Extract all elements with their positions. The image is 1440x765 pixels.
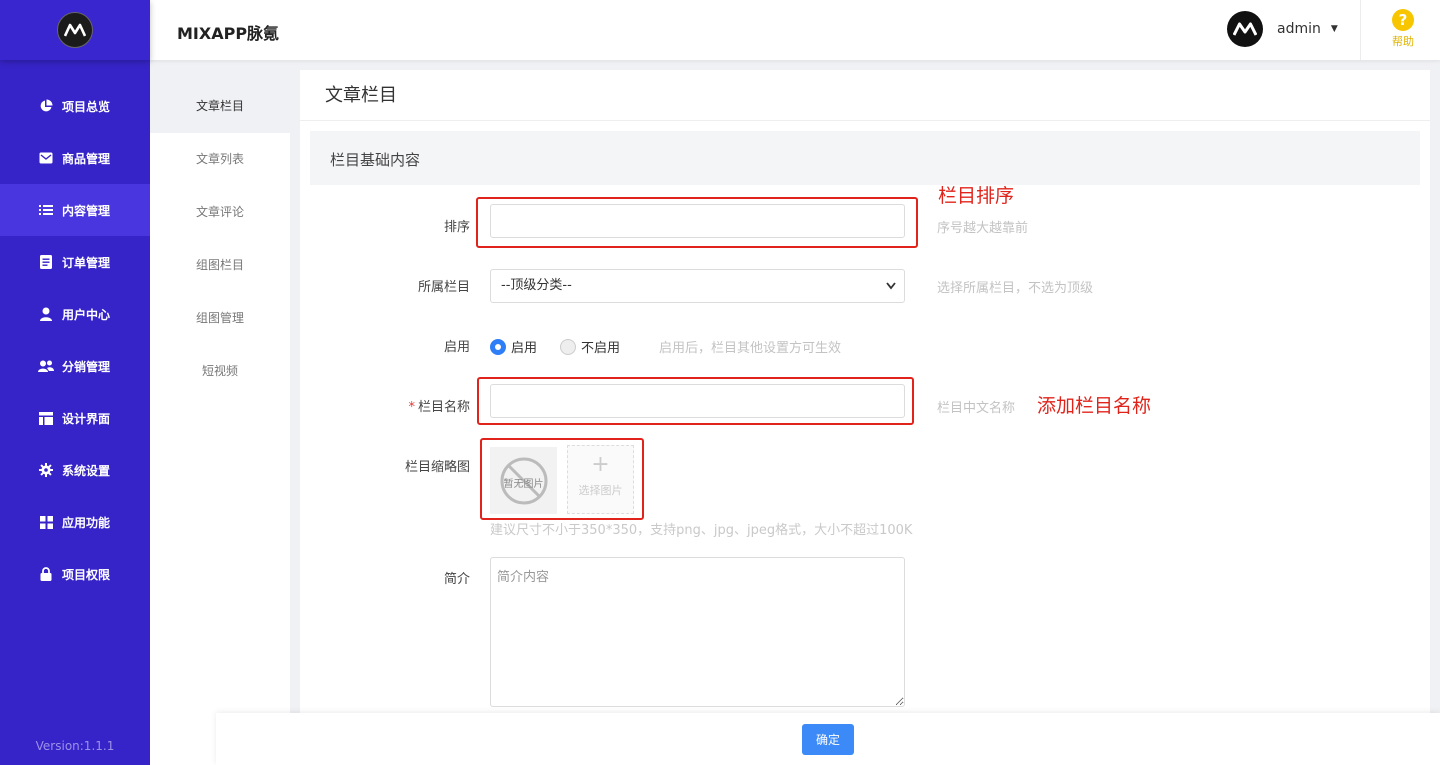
enable-hint: 启用后，栏目其他设置方可生效	[659, 341, 842, 356]
radio-checked-icon	[490, 338, 506, 355]
sidebar-item-label: 系统设置	[62, 463, 111, 478]
sidebar-item-apps[interactable]: 应用功能	[0, 496, 150, 548]
enable-radio-on[interactable]: 启用	[490, 337, 537, 356]
plus-icon: +	[591, 452, 610, 477]
parent-label: 所属栏目	[417, 280, 470, 295]
sidebar-item-overview[interactable]: 项目总览	[0, 80, 150, 132]
sidebar-item-label: 分销管理	[62, 359, 111, 374]
subnav-item-gallery-manage[interactable]: 组图管理	[150, 292, 290, 345]
pie-chart-icon	[38, 98, 54, 114]
enable-radio-off[interactable]: 不启用	[560, 337, 620, 356]
confirm-button[interactable]: 确定	[802, 724, 854, 755]
pick-image-label: 选择图片	[578, 484, 623, 497]
sort-label: 排序	[443, 220, 470, 235]
parent-select-value: --顶级分类--	[501, 278, 572, 293]
avatar[interactable]	[1227, 11, 1263, 47]
sidebar-item-users[interactable]: 用户中心	[0, 288, 150, 340]
sidebar-item-distribution[interactable]: 分销管理	[0, 340, 150, 392]
thumb-label: 栏目缩略图	[404, 460, 470, 475]
subnav-item-article-category[interactable]: 文章栏目	[150, 80, 290, 133]
document-icon	[38, 254, 54, 270]
subnav-item-gallery-category[interactable]: 组图栏目	[150, 239, 290, 292]
header-divider	[1360, 0, 1361, 60]
sidebar-item-orders[interactable]: 订单管理	[0, 236, 150, 288]
page-title: 文章栏目	[300, 70, 1430, 121]
sidebar-item-permissions[interactable]: 项目权限	[0, 548, 150, 600]
help-label: 帮助	[1392, 35, 1414, 48]
sidebar-item-label: 内容管理	[62, 203, 111, 218]
intro-textarea[interactable]	[490, 557, 905, 707]
radio-unchecked-icon	[560, 338, 576, 355]
subnav-item-article-list[interactable]: 文章列表	[150, 133, 290, 186]
sidebar-item-products[interactable]: 商品管理	[0, 132, 150, 184]
version-label: Version:1.1.1	[35, 739, 115, 753]
layout-icon	[38, 410, 54, 426]
main-card: 文章栏目 栏目基础内容 排序 序号越大越靠前 栏目排序 所属栏目 --顶级分类-…	[300, 70, 1430, 765]
name-label: * 栏目名称	[350, 396, 470, 415]
enable-label: 启用	[443, 340, 470, 355]
help-button[interactable]: ? 帮助	[1380, 9, 1426, 49]
parent-select[interactable]: --顶级分类--	[490, 269, 905, 303]
sidebar-nav: 项目总览 商品管理 内容管理 订单管理 用户中心 分销管理 设计界面 系统设置	[0, 80, 150, 600]
thumb-size-hint: 建议尺寸不小于350*350，支持png、jpg、jpeg格式，大小不超过100…	[490, 523, 913, 538]
gear-icon	[38, 462, 54, 478]
sidebar: 项目总览 商品管理 内容管理 订单管理 用户中心 分销管理 设计界面 系统设置	[0, 0, 150, 765]
sidebar-item-label: 应用功能	[62, 515, 111, 530]
name-label-text: 栏目名称	[417, 400, 470, 415]
user-icon	[38, 306, 54, 322]
sidebar-item-label: 用户中心	[62, 307, 111, 322]
caret-down-icon[interactable]: ▼	[1331, 24, 1338, 34]
envelope-icon	[38, 150, 54, 166]
sidebar-item-label: 商品管理	[62, 151, 111, 166]
sidebar-item-content[interactable]: 内容管理	[0, 184, 150, 236]
help-icon: ?	[1392, 9, 1414, 31]
list-icon	[38, 202, 54, 218]
sidebar-item-design[interactable]: 设计界面	[0, 392, 150, 444]
name-hint: 栏目中文名称	[937, 401, 1016, 416]
user-menu[interactable]: admin ▼	[1227, 10, 1338, 48]
sub-nav: 文章栏目 文章列表 文章评论 组图栏目 组图管理 短视频	[150, 80, 290, 765]
users-icon	[38, 358, 54, 374]
username[interactable]: admin	[1277, 21, 1321, 37]
app-title: MIXAPP脉氪	[177, 24, 280, 43]
annotation-name: 添加栏目名称	[1037, 395, 1152, 417]
sidebar-item-label: 项目权限	[62, 567, 111, 582]
intro-label: 简介	[443, 572, 470, 587]
app-logo[interactable]	[57, 12, 93, 48]
annotation-sort: 栏目排序	[938, 185, 1015, 207]
enable-option-on: 启用	[511, 341, 538, 356]
enable-option-off: 不启用	[581, 341, 621, 356]
sidebar-item-label: 订单管理	[62, 255, 111, 270]
sidebar-item-label: 项目总览	[62, 99, 111, 114]
sidebar-item-settings[interactable]: 系统设置	[0, 444, 150, 496]
thumbnail-placeholder: 暂无图片	[490, 447, 557, 514]
parent-hint: 选择所属栏目，不选为顶级	[937, 281, 1094, 296]
no-image-text: 暂无图片	[503, 479, 544, 490]
footer-bar: 确定	[216, 713, 1440, 765]
logo-area	[0, 0, 150, 60]
required-mark: *	[408, 400, 415, 415]
subnav-item-short-video[interactable]: 短视频	[150, 345, 290, 398]
subnav-item-article-comments[interactable]: 文章评论	[150, 186, 290, 239]
lock-icon	[38, 566, 54, 582]
section-title: 栏目基础内容	[310, 131, 1420, 185]
grid-icon	[38, 514, 54, 530]
sidebar-item-label: 设计界面	[62, 411, 111, 426]
sort-input[interactable]	[490, 204, 905, 238]
sort-hint: 序号越大越靠前	[937, 221, 1029, 236]
top-header: MIXAPP脉氪 admin ▼ ? 帮助	[150, 0, 1440, 60]
pick-image-button[interactable]: + 选择图片	[567, 445, 634, 514]
name-input[interactable]	[490, 384, 905, 418]
chevron-down-icon	[886, 270, 896, 315]
